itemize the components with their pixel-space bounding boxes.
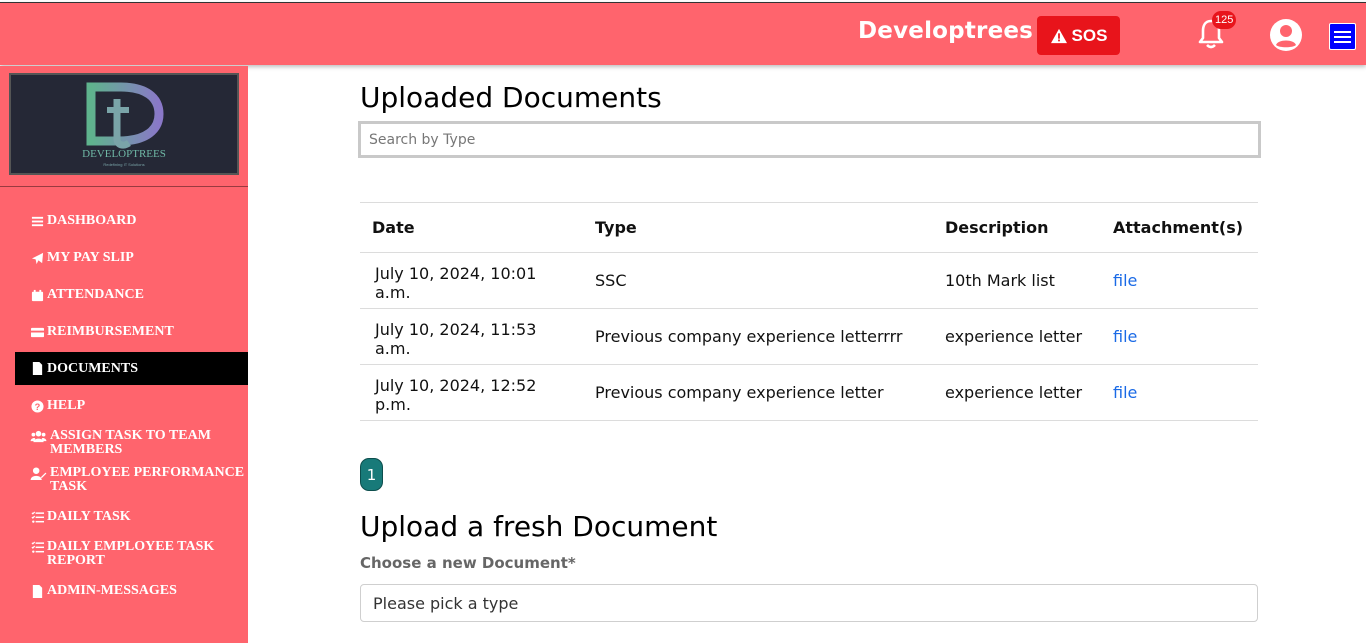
cell-type: Previous company experience letterrrr xyxy=(583,308,933,365)
sidebar-item-assign-task[interactable]: ASSIGN TASK TO TEAM MEMBERS xyxy=(15,429,248,457)
list-icon xyxy=(30,214,44,228)
cell-description: 10th Mark list xyxy=(933,252,1101,309)
table-row: July 10, 2024, 12:52 p.m. Previous compa… xyxy=(360,364,1258,421)
table-row: July 10, 2024, 10:01 a.m. SSC 10th Mark … xyxy=(360,252,1258,309)
company-logo: DEVELOPTREES Redefining IT Solutions xyxy=(9,73,239,175)
documents-table: Date Type Description Attachment(s) July… xyxy=(360,202,1258,421)
brand-name: Developtrees xyxy=(858,18,1034,44)
sidebar-item-employee-performance-task[interactable]: EMPLOYEE PERFORMANCE TASK xyxy=(15,466,248,494)
pagination-page-button[interactable]: 1 xyxy=(360,458,383,491)
sidebar-item-daily-employee-task-report[interactable]: DAILY EMPLOYEE TASK REPORT xyxy=(15,540,248,568)
file-link[interactable]: file xyxy=(1113,271,1137,290)
main-content: Uploaded Documents Date Type Description… xyxy=(248,66,1366,643)
table-header-row: Date Type Description Attachment(s) xyxy=(360,202,1258,253)
sidebar: DEVELOPTREES Redefining IT Solutions DAS… xyxy=(0,66,248,643)
file-icon xyxy=(30,584,44,598)
sidebar-item-daily-task[interactable]: DAILY TASK xyxy=(15,510,248,524)
sidebar-item-my-pay-slip[interactable]: MY PAY SLIP xyxy=(15,251,248,265)
warning-icon xyxy=(1050,28,1067,43)
cell-date: July 10, 2024, 10:01 a.m. xyxy=(360,252,583,309)
sidebar-item-attendance[interactable]: ATTENDANCE xyxy=(15,288,248,302)
sidebar-item-documents[interactable]: DOCUMENTS xyxy=(15,352,248,385)
user-avatar-icon[interactable] xyxy=(1269,18,1303,52)
tasks-icon xyxy=(30,540,44,554)
search-box xyxy=(358,121,1261,158)
column-header-attachments: Attachment(s) xyxy=(1101,202,1258,253)
column-header-type: Type xyxy=(583,202,933,253)
column-header-description: Description xyxy=(933,202,1101,253)
sos-label: SOS xyxy=(1071,25,1108,45)
search-input[interactable] xyxy=(361,124,1258,155)
notification-count-badge: 125 xyxy=(1212,11,1237,29)
cell-date: July 10, 2024, 11:53 a.m. xyxy=(360,308,583,365)
cell-type: SSC xyxy=(583,252,933,309)
credit-card-icon xyxy=(30,325,44,339)
cell-attachment: file xyxy=(1101,308,1258,365)
column-header-date: Date xyxy=(360,202,583,253)
cell-description: experience letter xyxy=(933,308,1101,365)
top-header: Developtrees SOS 125 xyxy=(0,2,1366,65)
page-title: Uploaded Documents xyxy=(360,81,662,114)
sidebar-item-help[interactable]: ? HELP xyxy=(15,399,248,413)
cell-type: Previous company experience letter xyxy=(583,364,933,421)
table-row: July 10, 2024, 11:53 a.m. Previous compa… xyxy=(360,308,1258,365)
document-type-select-value: Please pick a type xyxy=(373,593,519,613)
svg-text:Redefining IT Solutions: Redefining IT Solutions xyxy=(103,162,144,167)
users-icon xyxy=(30,429,47,443)
cell-date: July 10, 2024, 12:52 p.m. xyxy=(360,364,583,421)
sidebar-item-dashboard[interactable]: DASHBOARD xyxy=(15,214,248,228)
file-icon xyxy=(30,362,44,376)
sidebar-item-reimbursement[interactable]: REIMBURSEMENT xyxy=(15,325,248,339)
question-circle-icon: ? xyxy=(30,399,44,413)
upload-section-title: Upload a fresh Document xyxy=(360,510,718,543)
choose-document-label: Choose a new Document* xyxy=(360,554,576,572)
calendar-icon xyxy=(30,288,44,302)
sidebar-divider xyxy=(0,186,248,187)
user-edit-icon xyxy=(30,466,47,480)
file-link[interactable]: file xyxy=(1113,327,1137,346)
cell-attachment: file xyxy=(1101,364,1258,421)
document-type-select[interactable]: Please pick a type xyxy=(360,584,1258,622)
hamburger-menu-button[interactable] xyxy=(1329,23,1356,50)
file-link[interactable]: file xyxy=(1113,383,1137,402)
cell-description: experience letter xyxy=(933,364,1101,421)
sos-button[interactable]: SOS xyxy=(1037,16,1120,55)
tasks-icon xyxy=(30,510,44,524)
sidebar-item-admin-messages[interactable]: ADMIN-MESSAGES xyxy=(15,584,248,598)
cell-attachment: file xyxy=(1101,252,1258,309)
svg-text:?: ? xyxy=(34,402,40,412)
paper-plane-icon xyxy=(30,251,44,265)
svg-text:DEVELOPTREES: DEVELOPTREES xyxy=(82,148,166,160)
